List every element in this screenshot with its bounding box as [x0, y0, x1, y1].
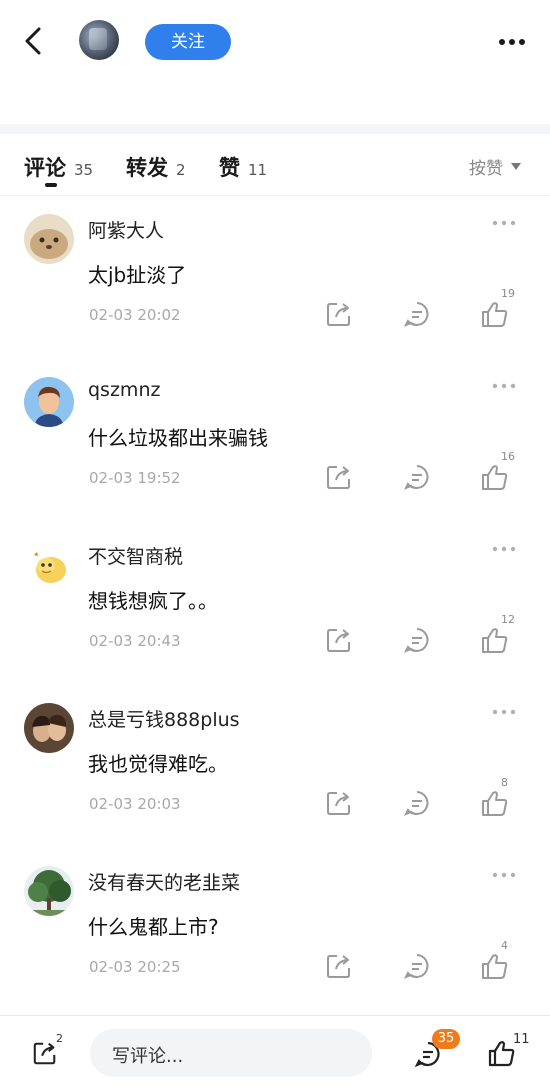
tab-comments[interactable]: 评论 35 [24, 152, 93, 182]
comment-item: 没有春天的老韭菜 什么鬼都上市? 02-03 20:25 4 [0, 848, 550, 1011]
comment-input-placeholder: 写评论... [112, 1046, 184, 1067]
tab-comments-count: 35 [74, 161, 94, 179]
comment-count-badge: 35 [432, 1029, 460, 1049]
repost-icon[interactable] [32, 1040, 58, 1066]
back-arrow-icon[interactable] [20, 26, 48, 56]
commenter-avatar[interactable] [24, 377, 74, 427]
share-icon[interactable] [325, 789, 353, 817]
tab-bar: 评论 35 转发 2 赞 11 按赞 [0, 134, 550, 196]
reply-icon[interactable] [403, 952, 431, 980]
share-icon[interactable] [325, 952, 353, 980]
like-count: 16 [501, 450, 515, 463]
comment-item: 不交智商税 想钱想疯了。。 02-03 20:43 12 [0, 522, 550, 685]
commenter-name[interactable]: 不交智商税 [88, 542, 183, 569]
like-icon[interactable] [480, 789, 512, 817]
comment-input[interactable]: 写评论... [90, 1029, 372, 1077]
more-icon[interactable] [492, 383, 516, 389]
sort-label: 按赞 [469, 159, 503, 179]
share-icon[interactable] [325, 300, 353, 328]
comment-text: 什么垃圾都出来骗钱 [88, 426, 268, 450]
more-icon[interactable] [492, 872, 516, 878]
reply-icon[interactable] [403, 789, 431, 817]
comment-item: 阿紫大人 太jb扯淡了 02-03 20:02 19 [0, 196, 550, 359]
reply-icon[interactable] [403, 626, 431, 654]
bottom-action-bar: 2 写评论... 35 11 [0, 1015, 550, 1089]
section-divider [0, 124, 550, 134]
tab-likes-count: 11 [248, 161, 268, 179]
commenter-name[interactable]: 总是亏钱888plus [88, 705, 240, 732]
like-icon[interactable] [480, 300, 512, 328]
commenter-avatar[interactable] [24, 540, 74, 590]
tab-reposts-label: 转发 [126, 156, 168, 180]
caret-down-icon [511, 163, 521, 170]
tab-comments-label: 评论 [24, 156, 66, 180]
comment-text: 太jb扯淡了 [88, 263, 187, 287]
like-count: 19 [501, 287, 515, 300]
like-count: 12 [501, 613, 515, 626]
like-icon[interactable] [480, 463, 512, 491]
active-tab-indicator [45, 183, 57, 187]
tab-reposts-count: 2 [176, 161, 186, 179]
comment-timestamp: 02-03 20:02 [89, 306, 181, 324]
commenter-avatar[interactable] [24, 866, 74, 916]
like-icon[interactable] [480, 952, 512, 980]
comment-item: 总是亏钱888plus 我也觉得难吃。 02-03 20:03 8 [0, 685, 550, 848]
like-count: 4 [501, 939, 508, 952]
comment-text: 我也觉得难吃。 [88, 752, 228, 776]
more-icon[interactable] [492, 546, 516, 552]
top-bar: 关注 [0, 0, 550, 90]
like-total-count: 11 [513, 1032, 530, 1047]
like-count: 8 [501, 776, 508, 789]
tab-likes[interactable]: 赞 11 [219, 152, 267, 182]
author-avatar[interactable] [79, 20, 119, 60]
comment-timestamp: 02-03 20:03 [89, 795, 181, 813]
comment-timestamp: 02-03 20:43 [89, 632, 181, 650]
more-icon[interactable] [492, 709, 516, 715]
tab-likes-label: 赞 [219, 156, 240, 180]
more-options-icon[interactable] [498, 38, 526, 46]
comment-item: qszmnz 什么垃圾都出来骗钱 02-03 19:52 16 [0, 359, 550, 522]
comment-timestamp: 02-03 20:25 [89, 958, 181, 976]
tab-reposts[interactable]: 转发 2 [126, 152, 186, 182]
more-icon[interactable] [492, 220, 516, 226]
commenter-name[interactable]: qszmnz [88, 379, 160, 401]
comment-text: 什么鬼都上市? [88, 915, 219, 939]
comment-text: 想钱想疯了。。 [88, 589, 218, 613]
repost-count: 2 [56, 1032, 63, 1045]
follow-button[interactable]: 关注 [145, 24, 231, 60]
share-icon[interactable] [325, 626, 353, 654]
commenter-avatar[interactable] [24, 703, 74, 753]
comment-timestamp: 02-03 19:52 [89, 469, 181, 487]
reply-icon[interactable] [403, 463, 431, 491]
sort-dropdown[interactable]: 按赞 [469, 154, 521, 179]
like-icon[interactable] [480, 626, 512, 654]
commenter-name[interactable]: 没有春天的老韭菜 [88, 868, 240, 895]
share-icon[interactable] [325, 463, 353, 491]
reply-icon[interactable] [403, 300, 431, 328]
commenter-avatar[interactable] [24, 214, 74, 264]
commenter-name[interactable]: 阿紫大人 [88, 216, 164, 243]
